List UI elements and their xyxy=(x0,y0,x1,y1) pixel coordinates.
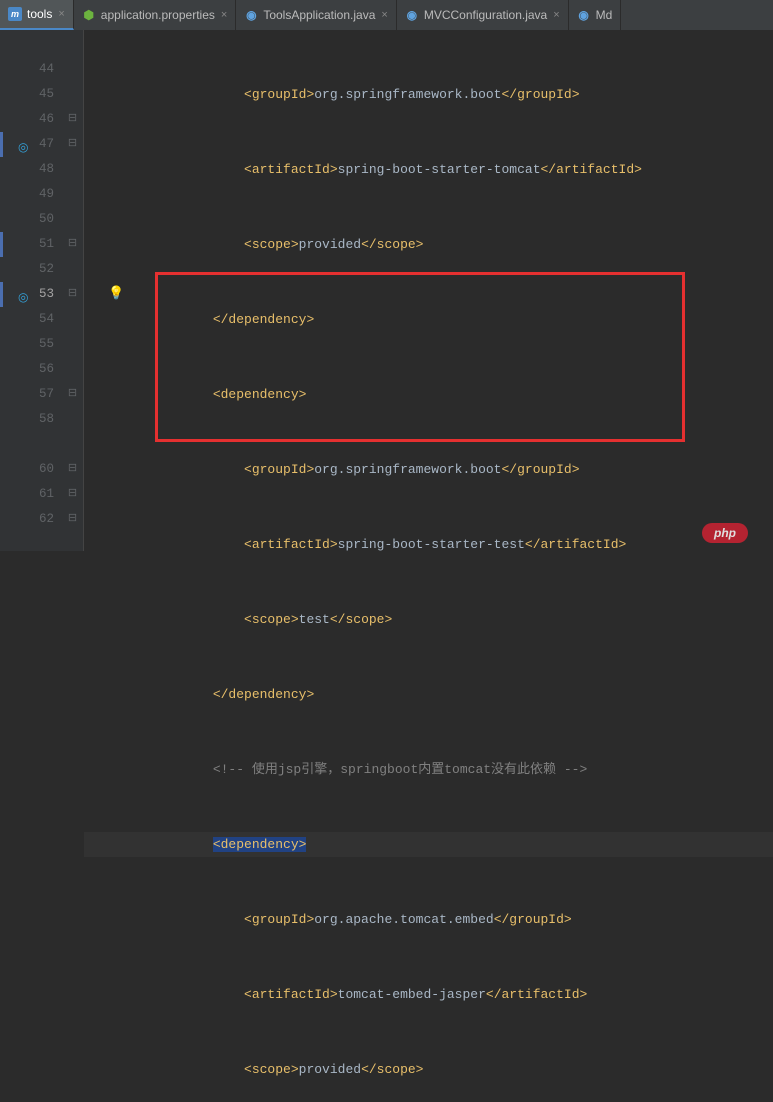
line-number: 61 xyxy=(16,482,62,507)
fold-blank xyxy=(62,332,83,357)
code-line: <scope>provided</scope> xyxy=(84,232,773,257)
change-marker xyxy=(0,232,3,257)
tab-label: MVCConfiguration.java xyxy=(424,8,547,22)
fold-toggle-icon[interactable]: ⊟ xyxy=(62,482,83,507)
fold-blank xyxy=(62,57,83,82)
fold-toggle-icon[interactable]: ⊟ xyxy=(62,232,83,257)
tab-mvc-configuration[interactable]: ◉ MVCConfiguration.java × xyxy=(397,0,569,30)
line-number xyxy=(16,32,62,57)
tab-md[interactable]: ◉ Md xyxy=(569,0,622,30)
fold-blank xyxy=(62,32,83,57)
line-number: 51 xyxy=(16,232,62,257)
line-number: 60 xyxy=(16,457,62,482)
code-line: <scope>test</scope> xyxy=(84,607,773,632)
java-icon: ◉ xyxy=(577,8,591,22)
java-icon: ◉ xyxy=(244,8,258,22)
fold-toggle-icon[interactable]: ⊟ xyxy=(62,132,83,157)
fold-blank xyxy=(62,357,83,382)
fold-blank xyxy=(62,257,83,282)
tab-tools[interactable]: mtools × xyxy=(0,0,74,30)
line-number-gutter: 44 45 46 47 48 49 50 51 52 53 54 55 56 5… xyxy=(16,30,62,551)
fold-blank xyxy=(62,157,83,182)
code-line: <artifactId>tomcat-embed-jasper</artifac… xyxy=(84,982,773,1007)
override-icon[interactable]: ◎ xyxy=(18,286,28,311)
editor-tabs: mtools × ⬢ application.properties × ◉ ToolsA… xyxy=(0,0,773,30)
close-icon[interactable]: × xyxy=(58,8,64,20)
code-line: <groupId>org.springframework.boot</group… xyxy=(84,82,773,107)
tab-label: Md xyxy=(596,8,613,22)
code-line: <scope>provided</scope> xyxy=(84,1057,773,1082)
fold-gutter: ⊟ ⊟ ⊟ ⊟ ⊟ ⊟ ⊟ ⊟ xyxy=(62,30,84,551)
code-line: <artifactId>spring-boot-starter-tomcat</… xyxy=(84,157,773,182)
fold-blank xyxy=(62,432,83,457)
line-number: 57 xyxy=(16,382,62,407)
code-line: <groupId>org.apache.tomcat.embed</groupI… xyxy=(84,907,773,932)
tab-label: ToolsApplication.java xyxy=(263,8,375,22)
line-number: 55 xyxy=(16,332,62,357)
code-line: <groupId>org.springframework.boot</group… xyxy=(84,457,773,482)
code-line: </dependency> xyxy=(84,307,773,332)
fold-toggle-icon[interactable]: ⊟ xyxy=(62,457,83,482)
java-icon: ◉ xyxy=(405,8,419,22)
fold-blank xyxy=(62,182,83,207)
tab-tools-application[interactable]: ◉ ToolsApplication.java × xyxy=(236,0,397,30)
line-number xyxy=(16,432,62,457)
line-number: 52 xyxy=(16,257,62,282)
close-icon[interactable]: × xyxy=(553,9,559,21)
maven-icon: m xyxy=(8,7,22,21)
fold-toggle-icon[interactable]: ⊟ xyxy=(62,107,83,132)
line-number: 44 xyxy=(16,57,62,82)
line-number: 62 xyxy=(16,507,62,532)
fold-blank xyxy=(62,307,83,332)
code-line: <dependency> xyxy=(84,382,773,407)
code-line: <artifactId>spring-boot-starter-test</ar… xyxy=(84,532,773,557)
code-line-caret: <dependency> xyxy=(84,832,773,857)
tab-application-properties[interactable]: ⬢ application.properties × xyxy=(74,0,237,30)
spring-icon: ⬢ xyxy=(82,8,96,22)
tab-label: tools xyxy=(27,7,52,21)
fold-blank xyxy=(62,207,83,232)
code-line: <!-- 使用jsp引擎，springboot内置tomcat没有此依赖 --> xyxy=(84,757,773,782)
fold-toggle-icon[interactable]: ⊟ xyxy=(62,282,83,307)
line-number: 45 xyxy=(16,82,62,107)
code-line: </dependency> xyxy=(84,682,773,707)
fold-toggle-icon[interactable]: ⊟ xyxy=(62,507,83,532)
line-number: 46 xyxy=(16,107,62,132)
change-marker xyxy=(0,132,3,157)
change-marker xyxy=(0,282,3,307)
line-number: 56 xyxy=(16,357,62,382)
code-area[interactable]: <groupId>org.springframework.boot</group… xyxy=(84,30,773,551)
tab-label: application.properties xyxy=(101,8,215,22)
line-number: 58 xyxy=(16,407,62,432)
fold-blank xyxy=(62,407,83,432)
override-icon[interactable]: ◎ xyxy=(18,136,28,161)
close-icon[interactable]: × xyxy=(221,9,227,21)
code-editor[interactable]: 44 45 46 47 48 49 50 51 52 53 54 55 56 5… xyxy=(0,30,773,551)
line-number: 49 xyxy=(16,182,62,207)
fold-toggle-icon[interactable]: ⊟ xyxy=(62,382,83,407)
watermark-badge: php xyxy=(702,523,748,543)
line-number: 50 xyxy=(16,207,62,232)
lightbulb-icon[interactable]: 💡 xyxy=(108,286,124,301)
fold-blank xyxy=(62,82,83,107)
close-icon[interactable]: × xyxy=(381,9,387,21)
left-gutter-strip xyxy=(0,30,16,551)
